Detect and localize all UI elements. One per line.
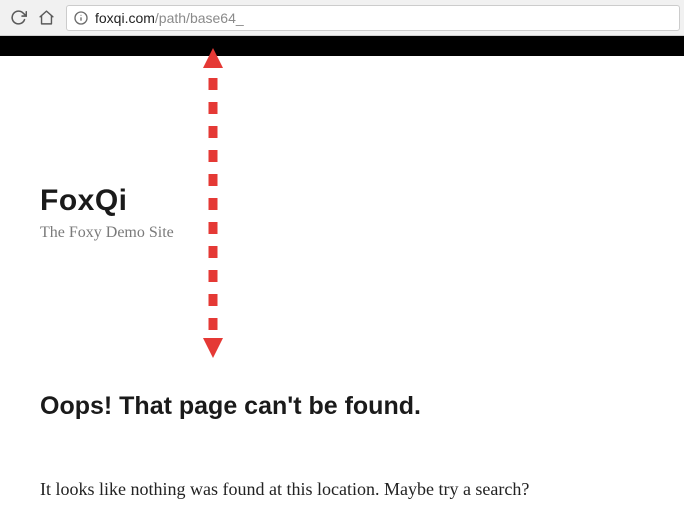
- site-tagline: The Foxy Demo Site: [40, 224, 644, 242]
- site-title[interactable]: FoxQi: [40, 184, 644, 218]
- home-icon: [38, 9, 55, 26]
- site-header: FoxQi The Foxy Demo Site: [40, 184, 644, 242]
- address-domain: foxqi.com: [95, 10, 155, 26]
- address-path: /path/base64_: [155, 10, 244, 26]
- site-info-icon: [73, 10, 89, 26]
- browser-toolbar: foxqi.com/path/base64_: [0, 0, 684, 36]
- reload-icon: [10, 9, 27, 26]
- page-content: FoxQi The Foxy Demo Site Oops! That page…: [0, 184, 684, 500]
- reload-button[interactable]: [6, 6, 30, 30]
- home-button[interactable]: [34, 6, 58, 30]
- address-bar[interactable]: foxqi.com/path/base64_: [66, 5, 680, 31]
- header-strip: [0, 36, 684, 56]
- error-heading: Oops! That page can't be found.: [40, 392, 644, 421]
- error-body: It looks like nothing was found at this …: [40, 479, 644, 500]
